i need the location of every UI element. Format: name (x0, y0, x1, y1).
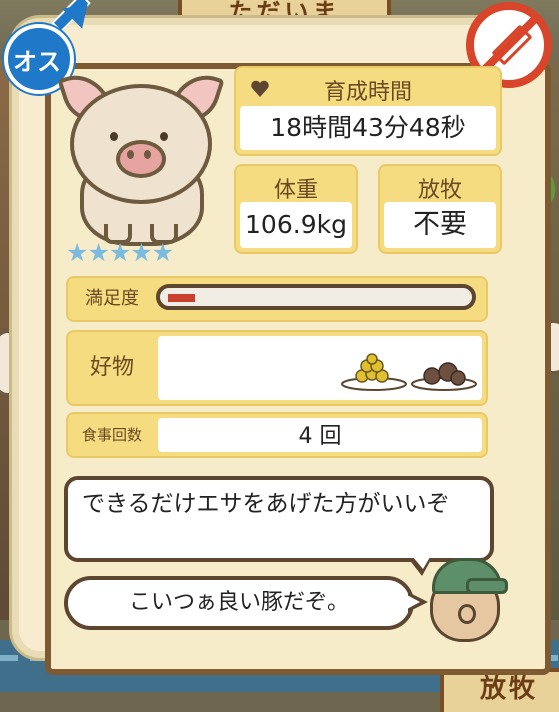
favorite-food-cell (158, 336, 482, 400)
comment-bubble-tail-inner (407, 595, 420, 609)
pig-nostril-left (127, 150, 134, 159)
grazing-label: 放牧 (417, 178, 462, 203)
satisfaction-label: 満足度 (85, 288, 139, 309)
pig-snout (116, 140, 166, 178)
gender-label: オス (13, 48, 61, 76)
prohibition-slash (480, 14, 540, 74)
pig-eye-left (110, 132, 118, 141)
comment-text: こいつぁ良い豚だぞ。 (128, 590, 349, 615)
favorite-food-row: 好物 (66, 330, 488, 406)
soybeans-icon (341, 353, 407, 391)
advice-text: できるだけエサをあげた方がいいぞ (82, 491, 450, 517)
pig-illustration (57, 66, 225, 246)
weight-box: 体重 106.9kg (234, 164, 358, 254)
comment-bubble: こいつぁ良い豚だぞ。 (64, 576, 428, 630)
grazing-box: 放牧 不要 (378, 164, 502, 254)
rearing-time-box: 育成時間 18時間43分48秒 (234, 66, 502, 156)
pig-eye-right (160, 132, 168, 141)
favorite-food-label: 好物 (89, 355, 134, 380)
rearing-time-label: 育成時間 (323, 80, 412, 105)
satisfaction-bar (156, 284, 476, 310)
farmer-cap-brim (466, 578, 508, 594)
meal-count-label: 食事回数 (81, 426, 142, 444)
heart-icon (251, 80, 269, 97)
weight-value: 106.9kg (240, 202, 352, 248)
rearing-time-value: 18時間43分48秒 (240, 106, 496, 150)
meal-count-value: 4 回 (158, 418, 482, 452)
advice-bubble: できるだけエサをあげた方がいいぞ (64, 476, 494, 576)
chestnuts-icon (411, 362, 477, 391)
pig-nostril-right (144, 150, 151, 159)
star-rating: ★★★★★ (66, 238, 174, 267)
weight-label: 体重 (273, 178, 318, 203)
farmer-avatar (426, 552, 508, 642)
farmer-nose (458, 604, 476, 624)
satisfaction-bar-fill (168, 294, 195, 302)
grazing-value: 不要 (384, 202, 496, 248)
meal-count-row: 食事回数 4 回 (66, 412, 488, 458)
satisfaction-row: 満足度 (66, 276, 488, 322)
